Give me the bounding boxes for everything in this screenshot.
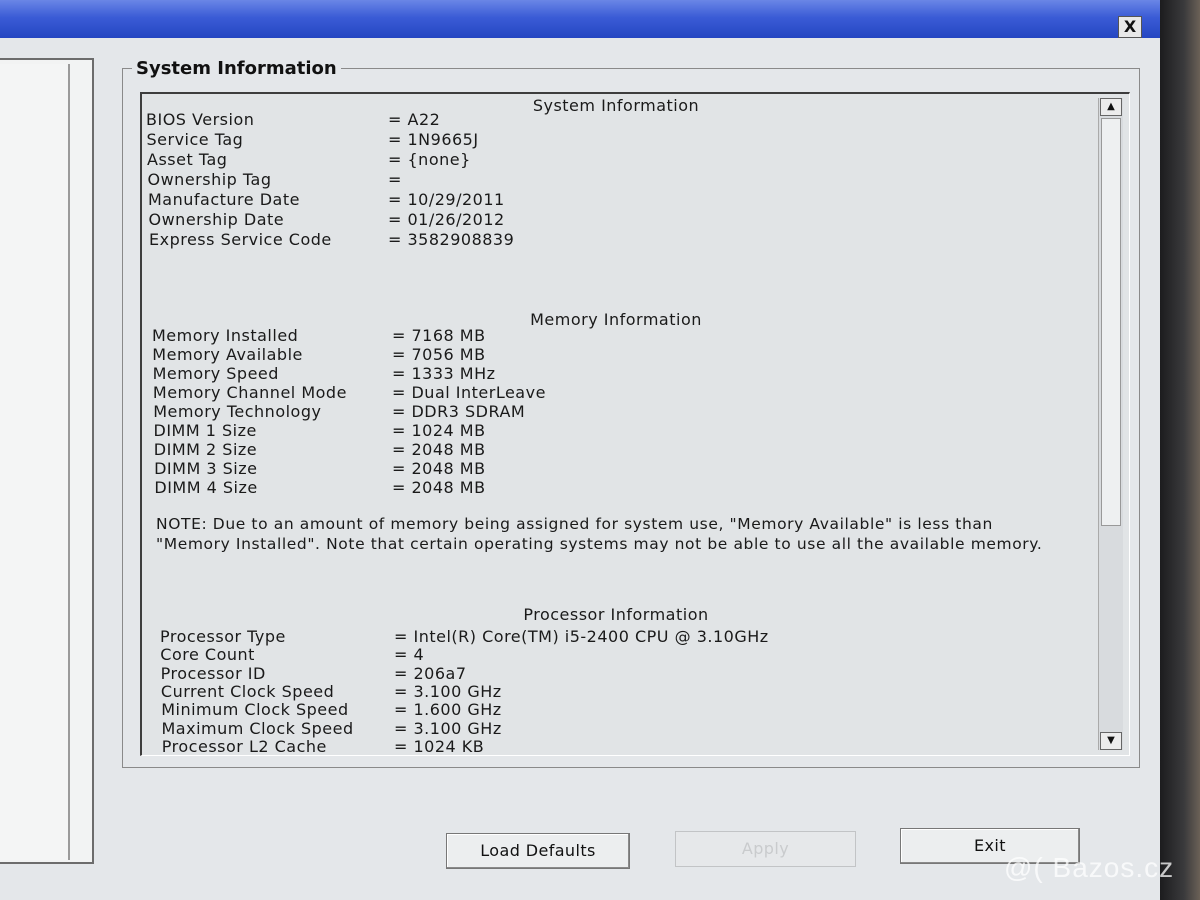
info-value: = 7168 MB [392, 326, 486, 345]
info-row: Memory Installed = 7168 MB [152, 326, 952, 346]
info-label: Memory Available [152, 345, 303, 364]
info-row: Ownership Tag = [148, 170, 948, 190]
scroll-down-button[interactable]: ▼ [1100, 732, 1122, 750]
group-title: System Information [132, 58, 341, 79]
info-value: = 3582908839 [388, 230, 515, 249]
info-label: Memory Channel Mode [152, 383, 347, 402]
info-label: Processor ID [160, 663, 266, 683]
settings-tree-panel[interactable] [0, 58, 94, 864]
window-title-bar: X [0, 0, 1160, 38]
info-label: Processor L2 Cache [161, 736, 327, 756]
info-text-box[interactable]: System Information BIOS Version = A22 Serv… [140, 92, 1130, 756]
info-row: Processor ID = 206a7 [161, 664, 961, 684]
close-button[interactable]: X [1118, 16, 1142, 38]
info-value: = 1333 MHz [391, 364, 496, 383]
info-label: Processor Type [160, 627, 286, 646]
info-label: DIMM 4 Size [154, 478, 258, 497]
info-label: Memory Installed [152, 326, 299, 345]
info-row: Asset Tag = {none} [147, 150, 947, 170]
info-content: System Information BIOS Version = A22 Serv… [142, 94, 1090, 757]
info-label: Core Count [160, 645, 255, 665]
info-row: DIMM 1 Size = 1024 MB [154, 421, 954, 441]
info-row: DIMM 4 Size = 2048 MB [154, 478, 954, 498]
info-value: = Dual InterLeave [391, 383, 546, 402]
info-value: = 206a7 [393, 663, 467, 683]
info-row: Service Tag = 1N9665J [147, 130, 947, 150]
info-row: Express Service Code = 3582908839 [149, 230, 949, 250]
info-label: Service Tag [146, 130, 244, 149]
memory-note: NOTE: Due to an amount of memory being a… [156, 515, 1043, 553]
info-value: = 3.100 GHz [394, 718, 502, 738]
info-label: Manufacture Date [148, 190, 300, 209]
info-row: Processor L2 Cache = 1024 KB [162, 737, 962, 757]
info-value: = 01/26/2012 [388, 210, 505, 229]
info-value: = 1N9665J [388, 130, 479, 149]
load-defaults-button[interactable]: Load Defaults [446, 833, 630, 869]
info-value: = 2048 MB [391, 478, 486, 497]
arrow-down-icon: ▼ [1107, 735, 1115, 746]
info-value: = A22 [388, 110, 441, 129]
section-title-processor: Processor Information [523, 605, 709, 624]
scroll-up-button[interactable]: ▲ [1100, 98, 1122, 116]
info-label: Memory Technology [153, 402, 322, 421]
info-label: Express Service Code [149, 230, 332, 249]
info-value: = {none} [388, 150, 471, 169]
info-label: Memory Speed [152, 364, 279, 383]
info-row: Processor Type = Intel(R) Core(TM) i5-240… [160, 627, 960, 647]
info-value: = 4 [393, 645, 425, 665]
info-row: DIMM 3 Size = 2048 MB [154, 459, 954, 479]
info-row: Current Clock Speed = 3.100 GHz [161, 682, 961, 702]
settings-tree-list[interactable] [0, 64, 70, 860]
info-label: DIMM 1 Size [153, 421, 257, 440]
info-label: DIMM 2 Size [153, 440, 258, 459]
info-value: = 2048 MB [391, 459, 486, 478]
info-row: Core Count = 4 [160, 645, 960, 665]
info-value: = 7056 MB [391, 345, 486, 364]
info-row: Manufacture Date = 10/29/2011 [148, 190, 948, 210]
info-row: Memory Available = 7056 MB [152, 345, 952, 365]
info-value: = 1024 MB [392, 421, 486, 440]
info-value: = 1.600 GHz [393, 700, 502, 720]
info-row: Memory Channel Mode = Dual InterLeave [153, 383, 953, 403]
apply-button[interactable]: Apply [675, 831, 856, 867]
info-label: BIOS Version [146, 110, 255, 129]
info-label: Asset Tag [147, 150, 228, 169]
info-row: Maximum Clock Speed = 3.100 GHz [162, 719, 962, 739]
info-value: = DDR3 SDRAM [391, 402, 526, 421]
close-icon: X [1123, 17, 1137, 36]
bios-screen: X System Information System Information … [0, 0, 1160, 900]
info-label: Minimum Clock Speed [161, 700, 349, 720]
info-label: Ownership Date [148, 210, 285, 229]
info-row: Memory Speed = 1333 MHz [153, 364, 953, 384]
info-label: DIMM 3 Size [154, 459, 258, 478]
info-label: Maximum Clock Speed [161, 718, 354, 738]
info-value: = 2048 MB [391, 440, 486, 459]
info-value: = 1024 KB [393, 736, 485, 756]
info-value: = Intel(R) Core(TM) i5-2400 CPU @ 3.10GH… [394, 627, 769, 646]
info-row: BIOS Version = A22 [146, 110, 946, 130]
info-row: Ownership Date = 01/26/2012 [149, 210, 949, 230]
info-row: Minimum Clock Speed = 1.600 GHz [161, 700, 961, 720]
info-label: Ownership Tag [147, 170, 272, 189]
arrow-up-icon: ▲ [1107, 101, 1115, 112]
info-value: = [388, 170, 402, 189]
info-label: Current Clock Speed [160, 681, 335, 701]
info-value: = 10/29/2011 [388, 190, 505, 209]
scroll-thumb[interactable] [1101, 118, 1121, 526]
info-row: DIMM 2 Size = 2048 MB [154, 440, 954, 460]
info-value: = 3.100 GHz [393, 681, 502, 701]
watermark: @( Bazos.cz [1004, 852, 1175, 883]
info-row: Memory Technology = DDR3 SDRAM [153, 402, 953, 422]
vertical-scrollbar[interactable]: ▲ ▼ [1098, 98, 1123, 750]
monitor-bezel [1160, 0, 1200, 900]
